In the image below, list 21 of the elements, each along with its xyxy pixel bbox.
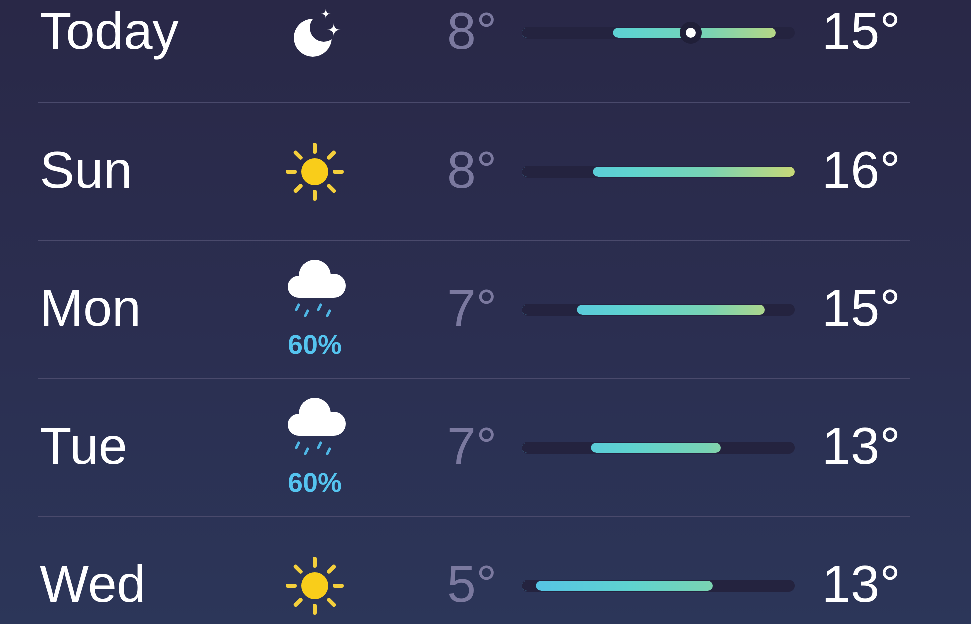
sun-icon (285, 142, 345, 202)
high-temperature: 13° (822, 418, 901, 478)
day-label: Today (40, 3, 179, 63)
low-temperature: 5° (447, 556, 497, 616)
sun-icon (285, 556, 345, 616)
precipitation-chance: 60% (288, 468, 342, 498)
day-label: Wed (40, 556, 146, 616)
high-temperature: 15° (822, 3, 901, 63)
high-temperature: 13° (822, 556, 901, 616)
rain-cloud-icon (285, 396, 347, 457)
day-label: Tue (40, 418, 128, 478)
rain-cloud-icon (285, 258, 347, 319)
low-temperature: 7° (447, 280, 497, 340)
day-label: Mon (40, 280, 142, 340)
low-temperature: 8° (447, 3, 497, 63)
low-temperature: 8° (447, 142, 497, 202)
precipitation-chance: 60% (288, 330, 342, 360)
day-label: Sun (40, 142, 133, 202)
high-temperature: 15° (822, 280, 901, 340)
high-temperature: 16° (822, 142, 901, 202)
low-temperature: 7° (447, 418, 497, 478)
